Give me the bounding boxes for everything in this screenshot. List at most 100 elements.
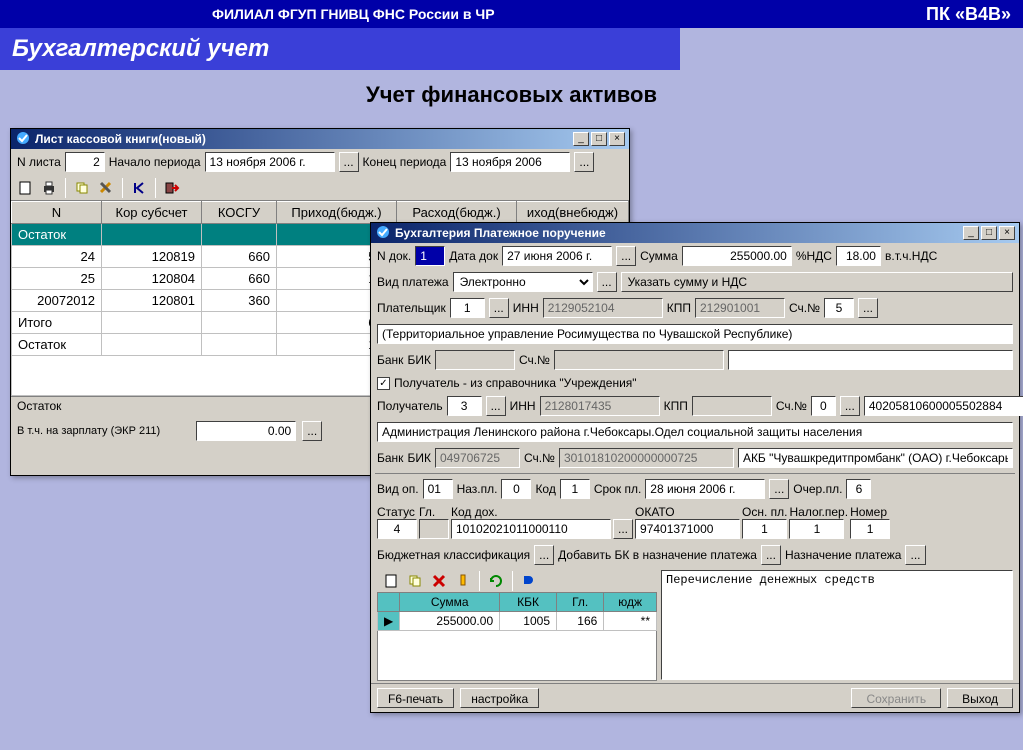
minimize-button[interactable]: _: [963, 226, 979, 240]
ndoc-input[interactable]: [415, 246, 445, 266]
recipient-kpp: [692, 396, 772, 416]
koddoh-picker[interactable]: ...: [613, 519, 633, 539]
tools-icon[interactable]: [96, 178, 116, 198]
kpp2-label: КПП: [664, 399, 688, 413]
sheet-input[interactable]: [65, 152, 105, 172]
sum-input[interactable]: [682, 246, 792, 266]
bank-bik: [435, 350, 515, 370]
nazpl-input[interactable]: [501, 479, 531, 499]
recipient-picker[interactable]: ...: [486, 396, 506, 416]
date-picker-button2[interactable]: ...: [574, 152, 594, 172]
payment-titlebar[interactable]: Бухгалтерия Платежное поручение _ □ ×: [371, 223, 1019, 243]
col-kosgu[interactable]: КОСГУ: [202, 202, 277, 224]
vidop-input[interactable]: [423, 479, 453, 499]
payer-picker[interactable]: ...: [489, 298, 509, 318]
payer-kpp: [695, 298, 785, 318]
maximize-button[interactable]: □: [591, 132, 607, 146]
payer-id[interactable]: [450, 298, 485, 318]
exit-button[interactable]: Выход: [947, 688, 1013, 708]
col-rashod[interactable]: Расход(бюдж.): [397, 202, 517, 224]
period-start-input[interactable]: [205, 152, 335, 172]
f6-print-button[interactable]: F6-печать: [377, 688, 454, 708]
schno3-label: Сч.№: [776, 399, 807, 413]
date-picker-button[interactable]: ...: [339, 152, 359, 172]
payer-inn: [543, 298, 663, 318]
salary-input[interactable]: [196, 421, 296, 441]
col-sub[interactable]: Кор субсчет: [102, 202, 202, 224]
exit-icon[interactable]: [162, 178, 182, 198]
cash-book-titlebar[interactable]: Лист кассовой книги(новый) _ □ ×: [11, 129, 629, 149]
bik2-label: БИК: [407, 451, 431, 465]
sum-nds-button[interactable]: Указать сумму и НДС: [621, 272, 1013, 292]
first-icon[interactable]: [129, 178, 149, 198]
bik-label: БИК: [407, 353, 431, 367]
edit-icon[interactable]: [453, 571, 473, 591]
col-kbk[interactable]: КБК: [500, 593, 557, 612]
col-vneb[interactable]: иход(внебюдж): [517, 202, 629, 224]
bank2-name[interactable]: [738, 448, 1013, 468]
minimize-button[interactable]: _: [573, 132, 589, 146]
maximize-button[interactable]: □: [981, 226, 997, 240]
schno-label: Сч.№: [789, 301, 820, 315]
period-end-input[interactable]: [450, 152, 570, 172]
table-row[interactable]: ▶ 255000.00 1005 166 **: [378, 612, 657, 631]
recipient-check-label: Получатель - из справочника "Учреждения": [394, 376, 637, 390]
date-input[interactable]: [502, 246, 612, 266]
schno4-label: Сч.№: [524, 451, 555, 465]
col-b[interactable]: юдж: [604, 593, 657, 612]
koddoh-label: Код дох.: [451, 505, 633, 519]
nomer-input[interactable]: [850, 519, 890, 539]
bk-picker[interactable]: ...: [534, 545, 554, 565]
save-button[interactable]: Сохранить: [851, 688, 941, 708]
col-gl[interactable]: Гл.: [557, 593, 604, 612]
bk-add-picker[interactable]: ...: [761, 545, 781, 565]
product-name: ПК «В4В»: [926, 4, 1011, 25]
schno-picker[interactable]: ...: [858, 298, 878, 318]
close-button[interactable]: ×: [609, 132, 625, 146]
schno-input[interactable]: [824, 298, 854, 318]
print-icon[interactable]: [39, 178, 59, 198]
srok-picker[interactable]: ...: [769, 479, 789, 499]
recipient-name[interactable]: [377, 422, 1013, 442]
bk-naz-label: Назначение платежа: [785, 548, 902, 562]
bk-naz-picker[interactable]: ...: [905, 545, 925, 565]
bank-name[interactable]: [728, 350, 1013, 370]
recipient-sch-picker[interactable]: ...: [840, 396, 860, 416]
okato-input[interactable]: [635, 519, 740, 539]
nds-input[interactable]: [836, 246, 881, 266]
paytype-picker[interactable]: ...: [597, 272, 617, 292]
osnpl-label: Осн. пл.: [742, 505, 787, 519]
salary-picker[interactable]: ...: [302, 421, 322, 441]
settings-button[interactable]: настройка: [460, 688, 539, 708]
kod-input[interactable]: [560, 479, 590, 499]
period-start-label: Начало периода: [109, 155, 201, 169]
col-sum[interactable]: Сумма: [400, 593, 500, 612]
paytype-select[interactable]: Электронно: [453, 272, 593, 292]
refresh-icon[interactable]: [486, 571, 506, 591]
purpose-textarea[interactable]: Перечисление денежных средств: [661, 570, 1013, 680]
recipient-id[interactable]: [447, 396, 482, 416]
cash-book-title: Лист кассовой книги(новый): [35, 132, 206, 146]
help-icon[interactable]: [519, 571, 539, 591]
copy2-icon[interactable]: [405, 571, 425, 591]
delete-icon[interactable]: [429, 571, 449, 591]
ocher-input[interactable]: [846, 479, 871, 499]
recipient-checkbox[interactable]: ✓: [377, 377, 390, 390]
close-button[interactable]: ×: [999, 226, 1015, 240]
copy-icon[interactable]: [72, 178, 92, 198]
new-icon[interactable]: [381, 571, 401, 591]
srok-input[interactable]: [645, 479, 765, 499]
status-input[interactable]: [377, 519, 417, 539]
section-title: Бухгалтерский учет: [0, 28, 680, 70]
col-n[interactable]: N: [12, 202, 102, 224]
nalogper-input[interactable]: [789, 519, 844, 539]
koddoh-input[interactable]: [451, 519, 611, 539]
date-picker[interactable]: ...: [616, 246, 636, 266]
payer-name[interactable]: [377, 324, 1013, 344]
osnpl-input[interactable]: [742, 519, 787, 539]
recipient-sch[interactable]: [811, 396, 836, 416]
col-prihod[interactable]: Приход(бюдж.): [277, 202, 397, 224]
recipient-acct[interactable]: [864, 396, 1023, 416]
bk-add-label: Добавить БК в назначение платежа: [558, 548, 757, 562]
blank-icon[interactable]: [15, 178, 35, 198]
